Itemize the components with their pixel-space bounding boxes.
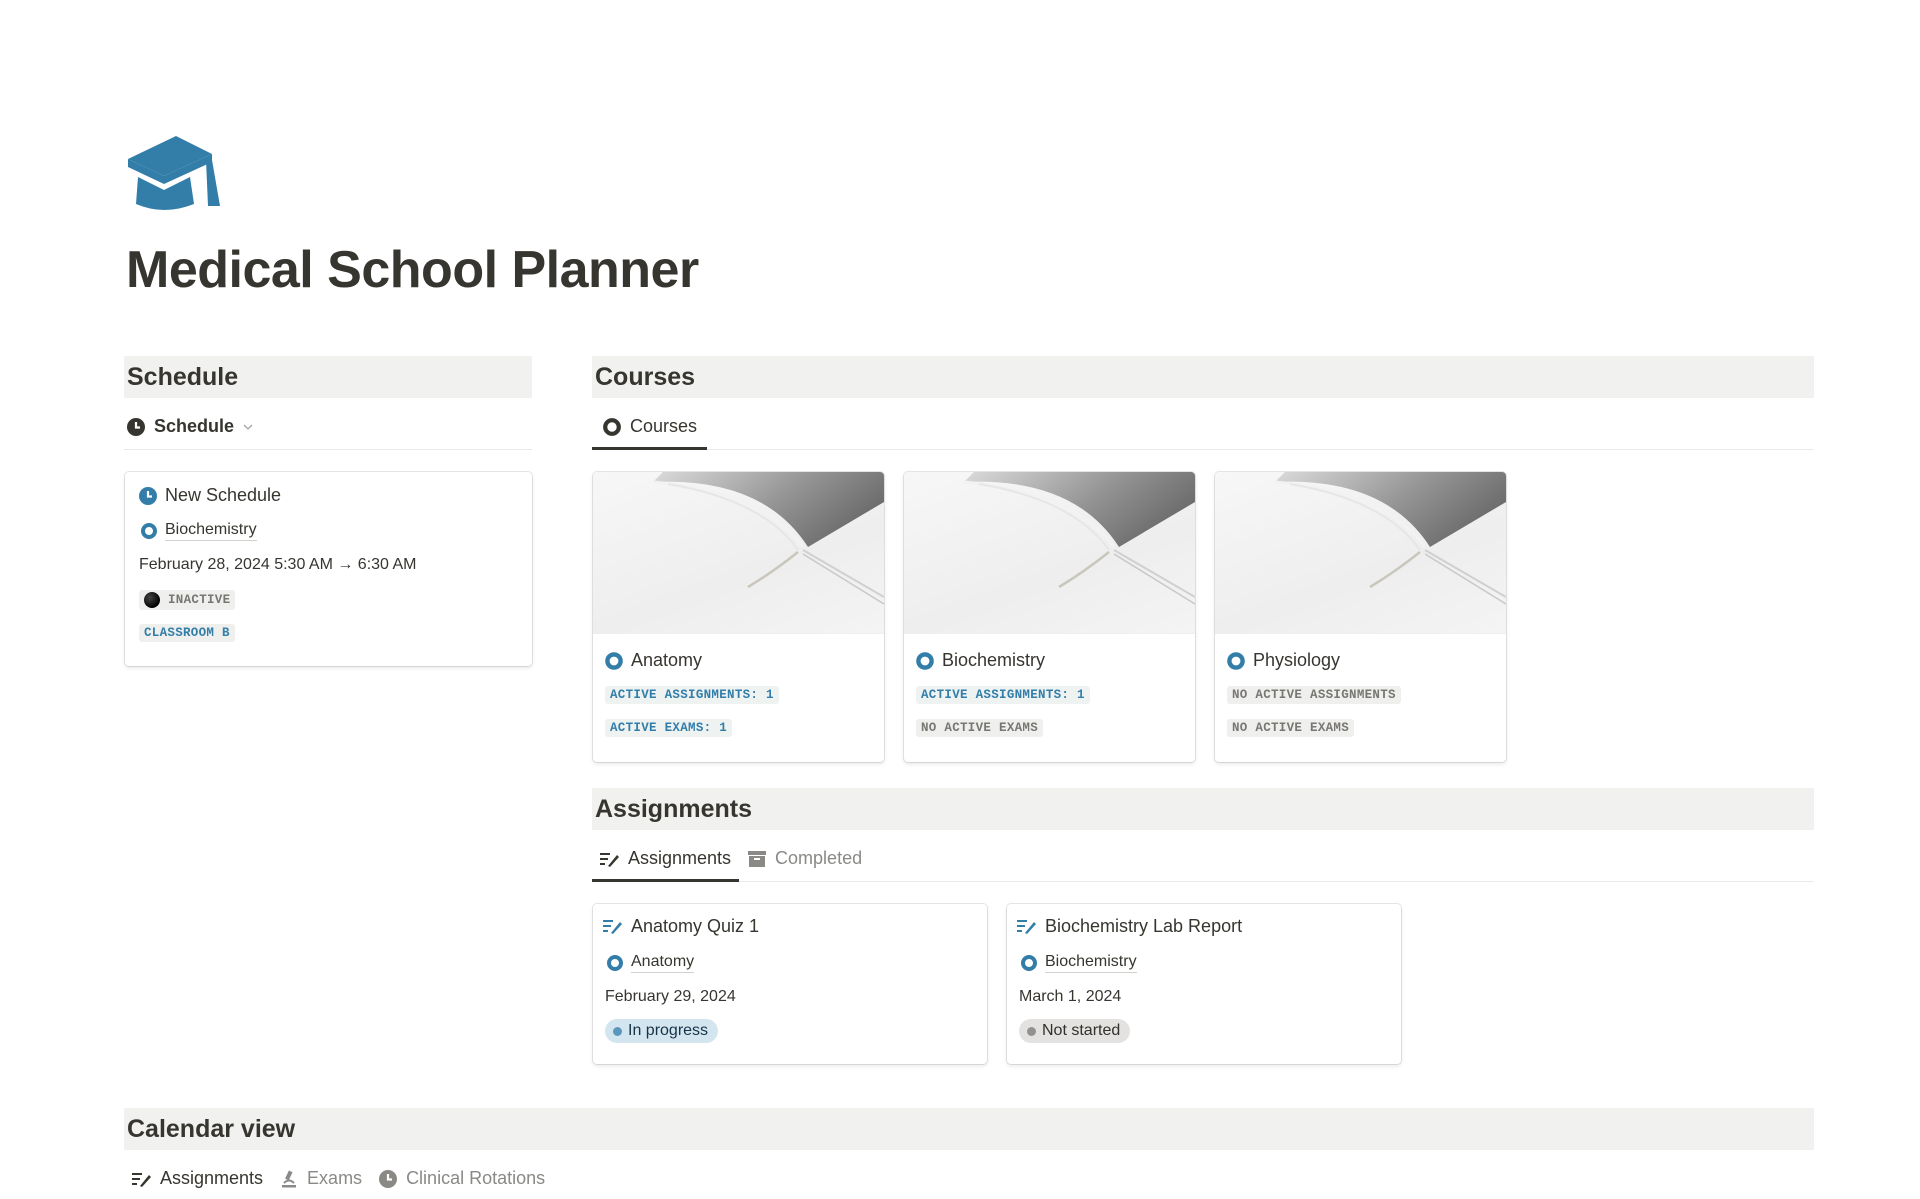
tab-calendar-clinical-rotations[interactable]: Clinical Rotations bbox=[370, 1156, 553, 1199]
assignment-status-badge: In progress bbox=[605, 1019, 719, 1043]
tab-completed[interactable]: Completed bbox=[739, 836, 870, 881]
course-assignments-tag: ACTIVE ASSIGNMENTS: 1 bbox=[605, 686, 779, 704]
calendar-tabbar: Assignments Exams Clinical Rotations bbox=[124, 1156, 1814, 1199]
schedule-course-name: Biochemistry bbox=[165, 520, 257, 541]
course-circle-icon bbox=[607, 954, 623, 971]
page-title: Medical School Planner bbox=[126, 241, 699, 299]
course-exams-tag: NO ACTIVE EXAMS bbox=[1227, 719, 1355, 737]
list-edit-icon bbox=[132, 1169, 152, 1189]
assignment-card[interactable]: Anatomy Quiz 1 Anatomy February 29, 2024… bbox=[593, 904, 987, 1064]
course-circle-icon bbox=[605, 651, 623, 670]
course-assignments-tag: ACTIVE ASSIGNMENTS: 1 bbox=[916, 686, 1090, 704]
assignments-section-header: Assignments bbox=[592, 788, 1814, 830]
courses-section-header: Courses bbox=[592, 356, 1814, 398]
clock-icon bbox=[378, 1169, 398, 1189]
course-card[interactable]: Anatomy ACTIVE ASSIGNMENTS: 1 ACTIVE EXA… bbox=[593, 472, 884, 762]
tab-courses[interactable]: Courses bbox=[592, 404, 708, 450]
schedule-datetime: February 28, 2024 5:30 AM → 6:30 AM bbox=[139, 556, 417, 573]
tab-schedule-label: Schedule bbox=[154, 416, 235, 436]
course-exams-tag-text: NO ACTIVE EXAMS bbox=[921, 721, 1039, 735]
course-exams-tag-text: ACTIVE EXAMS: 1 bbox=[610, 721, 728, 735]
calendar-header-text: Calendar view bbox=[127, 1115, 296, 1143]
course-circle-icon bbox=[1227, 651, 1245, 670]
tab-schedule[interactable]: Schedule bbox=[124, 404, 262, 449]
assignment-course-name: Anatomy bbox=[631, 952, 695, 973]
course-circle-icon bbox=[1021, 954, 1037, 971]
location-tag: CLASSROOM B bbox=[139, 624, 235, 642]
tab-assignments[interactable]: Assignments bbox=[592, 836, 740, 882]
schedule-card-title: New Schedule bbox=[139, 485, 281, 506]
assignment-status-badge: Not started bbox=[1019, 1019, 1131, 1043]
assignment-course-relation[interactable]: Anatomy bbox=[607, 952, 695, 973]
schedule-title-text: New Schedule bbox=[165, 485, 282, 505]
schedule-card[interactable]: New Schedule Biochemistry February 28, 2… bbox=[125, 472, 532, 666]
course-assignments-tag-text: ACTIVE ASSIGNMENTS: 1 bbox=[610, 688, 774, 702]
course-exams-tag: NO ACTIVE EXAMS bbox=[916, 719, 1044, 737]
assignment-status-text: In progress bbox=[628, 1022, 709, 1039]
tab-assignments-label: Assignments bbox=[628, 848, 732, 868]
assignment-card[interactable]: Biochemistry Lab Report Biochemistry Mar… bbox=[1007, 904, 1401, 1064]
course-exams-tag-text: NO ACTIVE EXAMS bbox=[1232, 721, 1350, 735]
list-edit-icon bbox=[600, 849, 620, 869]
status-badge-text: INACTIVE bbox=[168, 593, 231, 607]
chevron-down-icon[interactable] bbox=[242, 421, 254, 433]
clock-icon bbox=[139, 486, 157, 505]
course-name: Physiology bbox=[1253, 650, 1341, 670]
tab-courses-label: Courses bbox=[630, 416, 698, 436]
course-card-title: Biochemistry bbox=[916, 650, 1045, 671]
course-card-title: Anatomy bbox=[605, 650, 702, 671]
course-circle-icon bbox=[602, 417, 622, 437]
assignment-due-date: March 1, 2024 bbox=[1019, 988, 1122, 1005]
course-assignments-tag-text: ACTIVE ASSIGNMENTS: 1 bbox=[921, 688, 1085, 702]
status-badge: INACTIVE bbox=[139, 590, 236, 610]
list-edit-icon bbox=[603, 918, 623, 936]
course-assignments-tag-text: NO ACTIVE ASSIGNMENTS bbox=[1232, 688, 1396, 702]
tab-calendar-clinical-rotations-label: Clinical Rotations bbox=[406, 1168, 546, 1188]
course-card[interactable]: Biochemistry ACTIVE ASSIGNMENTS: 1 NO AC… bbox=[904, 472, 1195, 762]
course-card[interactable]: Physiology NO ACTIVE ASSIGNMENTS NO ACTI… bbox=[1215, 472, 1506, 762]
calendar-section-header: Calendar view bbox=[124, 1108, 1814, 1150]
courses-header-text: Courses bbox=[595, 363, 696, 391]
assignment-card-title: Anatomy Quiz 1 bbox=[603, 916, 759, 937]
assignment-due-date: February 29, 2024 bbox=[605, 988, 736, 1005]
course-cover-image bbox=[1215, 472, 1506, 634]
assignment-status-text: Not started bbox=[1042, 1022, 1121, 1039]
schedule-section-header: Schedule bbox=[124, 356, 532, 398]
tab-calendar-assignments-label: Assignments bbox=[160, 1168, 264, 1188]
assignments-header-text: Assignments bbox=[595, 795, 752, 823]
assignment-course-name: Biochemistry bbox=[1045, 952, 1137, 973]
assignment-card-title: Biochemistry Lab Report bbox=[1017, 916, 1242, 937]
schedule-tabbar: Schedule bbox=[124, 404, 532, 450]
course-cover-image bbox=[593, 472, 884, 634]
courses-tabbar: Courses bbox=[592, 404, 1814, 450]
course-assignments-tag: NO ACTIVE ASSIGNMENTS bbox=[1227, 686, 1401, 704]
tab-calendar-exams[interactable]: Exams bbox=[271, 1156, 370, 1199]
clock-icon bbox=[126, 417, 146, 437]
microscope-icon bbox=[279, 1169, 299, 1189]
schedule-course-relation[interactable]: Biochemistry bbox=[141, 520, 257, 541]
course-exams-tag: ACTIVE EXAMS: 1 bbox=[605, 719, 733, 737]
archive-icon bbox=[747, 849, 767, 869]
tab-calendar-assignments[interactable]: Assignments bbox=[124, 1156, 271, 1199]
schedule-header-text: Schedule bbox=[127, 363, 239, 391]
status-dot-icon bbox=[144, 592, 160, 608]
assignment-course-relation[interactable]: Biochemistry bbox=[1021, 952, 1137, 973]
status-dot-icon bbox=[1027, 1026, 1036, 1036]
assignment-title-text: Anatomy Quiz 1 bbox=[631, 916, 760, 936]
tab-calendar-exams-label: Exams bbox=[307, 1168, 363, 1188]
list-edit-icon bbox=[1017, 918, 1037, 936]
course-name: Anatomy bbox=[631, 650, 703, 670]
assignment-title-text: Biochemistry Lab Report bbox=[1045, 916, 1243, 936]
course-name: Biochemistry bbox=[942, 650, 1046, 670]
graduation-cap-icon[interactable] bbox=[128, 134, 226, 216]
location-tag-text: CLASSROOM B bbox=[144, 626, 230, 640]
course-card-title: Physiology bbox=[1227, 650, 1340, 671]
course-circle-icon bbox=[141, 522, 157, 539]
tab-completed-label: Completed bbox=[775, 848, 863, 868]
status-dot-icon bbox=[613, 1026, 622, 1036]
assignments-tabbar: Assignments Completed bbox=[592, 836, 1814, 882]
course-circle-icon bbox=[916, 651, 934, 670]
course-cover-image bbox=[904, 472, 1195, 634]
